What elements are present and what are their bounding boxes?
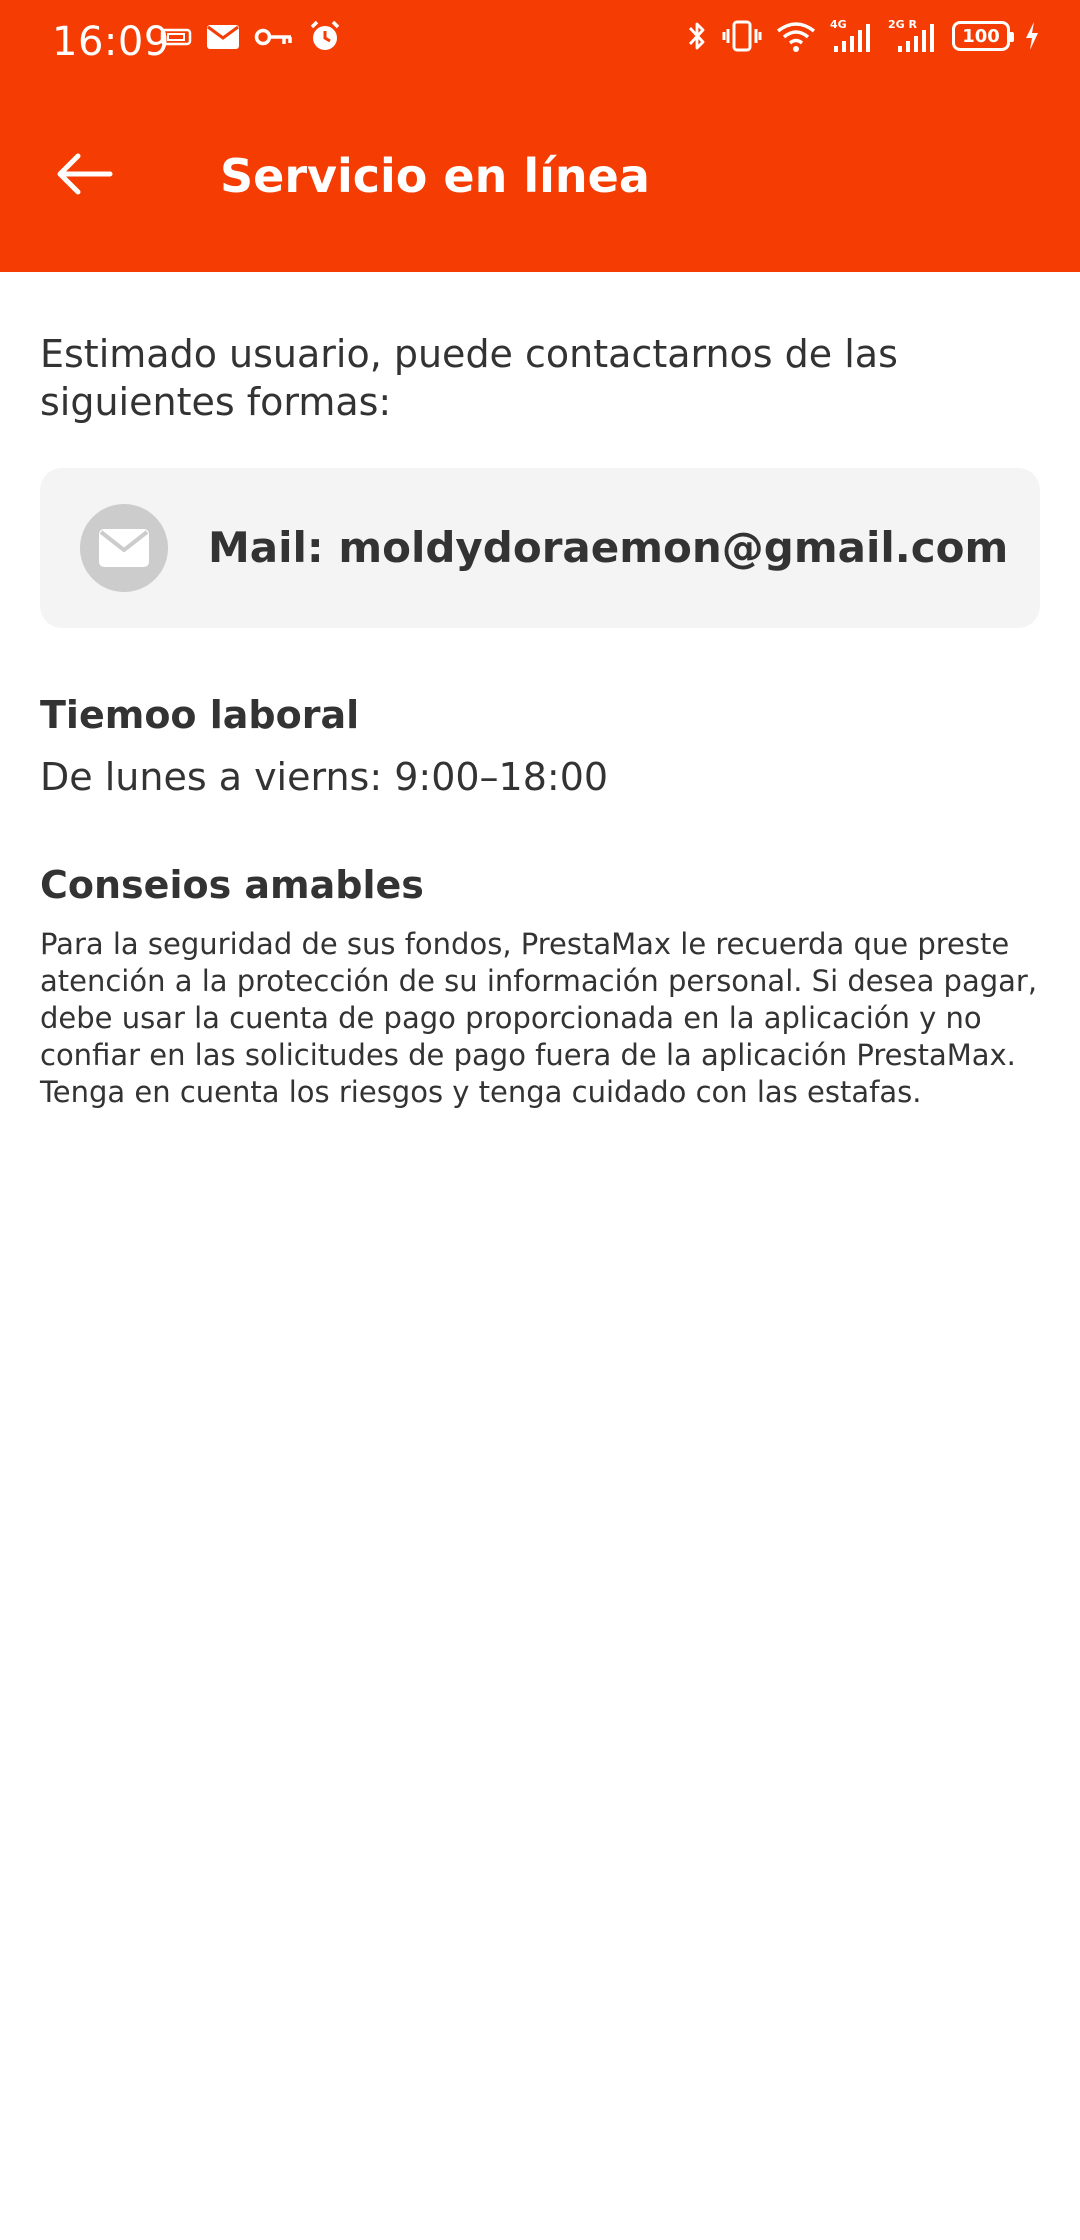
bluetooth-icon xyxy=(686,19,708,53)
alarm-icon xyxy=(308,20,342,54)
vpn-key-icon xyxy=(254,25,294,49)
work-time-hours: De lunes a vierns: 9:00–18:00 xyxy=(40,755,609,799)
mail-address-label[interactable]: Mail: moldydoraemon@gmail.com xyxy=(208,518,1008,578)
arrow-left-icon xyxy=(54,152,114,200)
tips-title: Conseios amables xyxy=(40,863,424,907)
battery-icon: 100 xyxy=(952,21,1014,51)
sim-card-icon xyxy=(160,27,192,47)
work-time-title: Tiemoo laboral xyxy=(40,693,360,737)
page-title: Servicio en línea xyxy=(220,149,650,203)
mail-notification-icon xyxy=(206,24,240,50)
intro-text: Estimado usuario, puede contactarnos de … xyxy=(40,332,898,424)
mail-icon xyxy=(80,504,168,592)
main-content: Estimado usuario, puede contactarnos de … xyxy=(40,272,1040,1111)
app-bar: Servicio en línea xyxy=(0,110,1080,250)
vibrate-icon xyxy=(722,19,762,53)
wifi-icon xyxy=(776,19,816,53)
signal-2g-roaming-icon: 2G R xyxy=(888,18,938,54)
svg-text:4G: 4G xyxy=(830,18,847,31)
svg-text:2G R: 2G R xyxy=(888,18,918,31)
status-time: 16:09 xyxy=(52,19,170,65)
tips-body: Para la seguridad de sus fondos, PrestaM… xyxy=(40,927,1038,1109)
mail-contact-card[interactable]: Mail: moldydoraemon@gmail.com xyxy=(40,468,1040,628)
header: 16:09 4G 2G R 100 Servicio en línea xyxy=(0,0,1080,272)
charging-icon xyxy=(1024,21,1040,51)
signal-4g-icon: 4G xyxy=(830,18,874,54)
status-bar: 16:09 4G 2G R 100 xyxy=(0,0,1080,82)
back-button[interactable] xyxy=(48,140,120,212)
status-left-icons xyxy=(160,20,342,54)
status-right-icons: 4G 2G R 100 xyxy=(686,18,1040,54)
